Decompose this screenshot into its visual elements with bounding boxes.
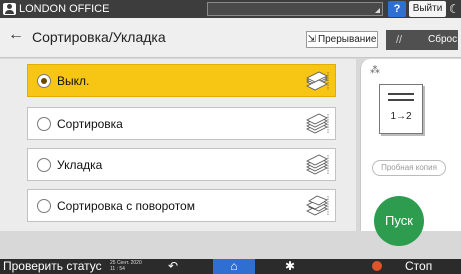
home-button[interactable]: ⌂ [213, 259, 255, 274]
stop-button[interactable]: Стоп [405, 259, 432, 274]
stack-icon [306, 154, 329, 175]
option-label: Укладка [57, 158, 103, 172]
help-button[interactable]: ? [388, 1, 406, 17]
option-sort[interactable]: Сортировка [27, 107, 336, 140]
option-label: Сортировка с поворотом [57, 199, 195, 213]
radio-button[interactable] [37, 199, 51, 213]
logout-button[interactable]: Выйти [409, 1, 446, 17]
reset-icon: // [396, 34, 403, 46]
copy-preview: 1→2 [379, 84, 423, 134]
option-label: Выкл. [57, 74, 90, 88]
back-arrow-icon[interactable]: ← [6, 26, 26, 44]
paper-stack-icon [306, 71, 329, 91]
start-button[interactable]: Пуск [374, 196, 424, 246]
option-stack[interactable]: Укладка [27, 148, 336, 181]
date-time: 25 Сент. 2020 11 : 54 [110, 260, 142, 272]
option-rotate-sort[interactable]: Сортировка с поворотом [27, 189, 336, 222]
message-box[interactable] [207, 2, 383, 16]
radio-button[interactable] [37, 74, 51, 88]
gear-icon[interactable]: ✱ [285, 259, 295, 274]
system-bar: LONDON OFFICE ? Выйти ☾ [0, 0, 461, 18]
bottom-bar: Проверить статус 25 Сент. 2020 11 : 54 ↶… [0, 259, 461, 274]
check-status-button[interactable]: Проверить статус [3, 259, 102, 274]
right-panel: ⁂ 1→2 Пробная копия Пуск [360, 59, 461, 246]
reset-label: Сброс [428, 34, 458, 45]
back-icon[interactable]: ↶ [168, 259, 178, 274]
interrupt-label: Прерывание [317, 34, 377, 45]
sort-stack-icon [306, 113, 329, 134]
reset-button[interactable]: // Сброс [386, 30, 458, 50]
interrupt-icon: ⇲ [307, 34, 316, 45]
preview-text: 1→2 [390, 111, 412, 122]
rotate-sort-stack-icon [306, 195, 329, 216]
moon-icon[interactable]: ☾ [449, 2, 460, 16]
user-icon [3, 3, 16, 15]
title-bar: ← Сортировка/Укладка ⇲ Прерывание // Сбро… [0, 18, 461, 58]
home-icon: ⌂ [230, 259, 238, 273]
color-dots-icon: ⁂ [370, 65, 380, 76]
radio-button[interactable] [37, 158, 51, 172]
stop-icon[interactable] [372, 261, 382, 271]
options-panel: Выкл. Сортировка Укладка Сортировка с по… [0, 59, 356, 231]
user-info: LONDON OFFICE [3, 2, 109, 16]
radio-button[interactable] [37, 117, 51, 131]
option-label: Сортировка [57, 117, 123, 131]
sample-copy-button[interactable]: Пробная копия [372, 160, 446, 176]
option-off[interactable]: Выкл. [27, 64, 336, 97]
time-label: 11 : 54 [110, 266, 125, 272]
page-title: Сортировка/Укладка [32, 29, 166, 45]
user-label: LONDON OFFICE [19, 3, 110, 15]
preview-lines [388, 93, 414, 101]
interrupt-button[interactable]: ⇲ Прерывание [306, 31, 378, 48]
